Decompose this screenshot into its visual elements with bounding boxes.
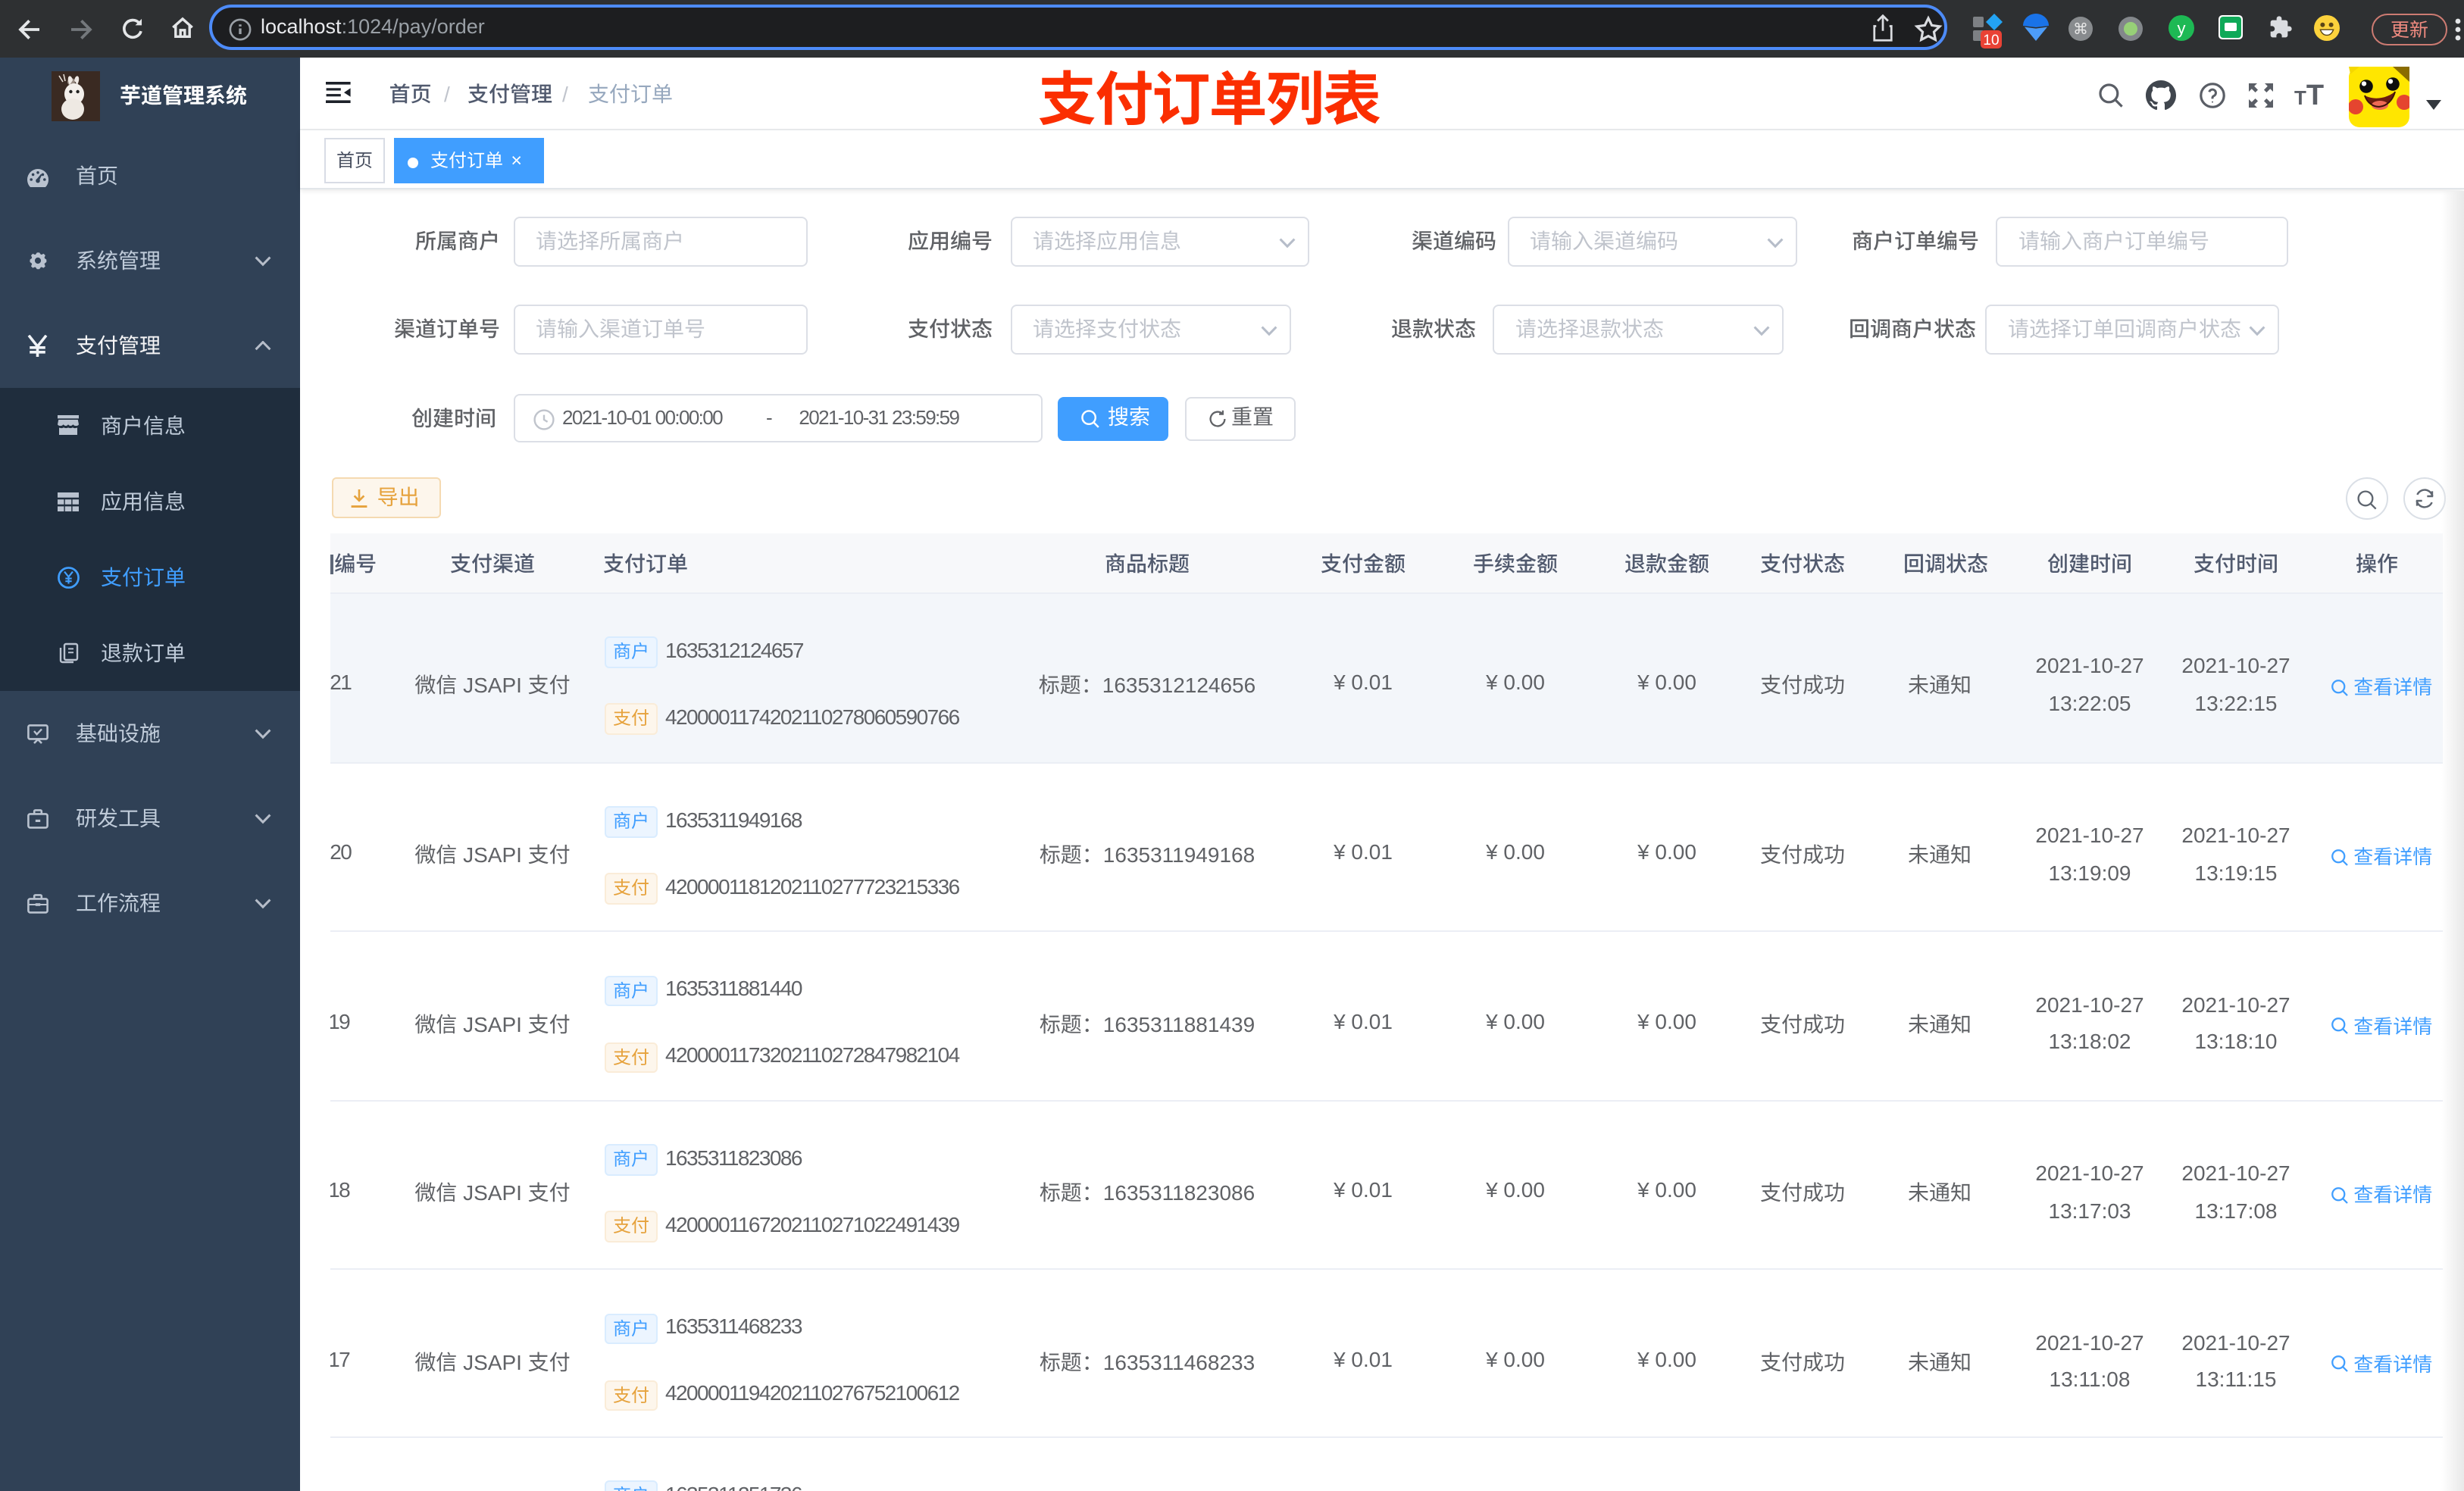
svg-text:y: y — [2178, 19, 2186, 38]
svg-text:⌘: ⌘ — [2073, 21, 2088, 38]
svg-text:10: 10 — [1983, 33, 1999, 48]
